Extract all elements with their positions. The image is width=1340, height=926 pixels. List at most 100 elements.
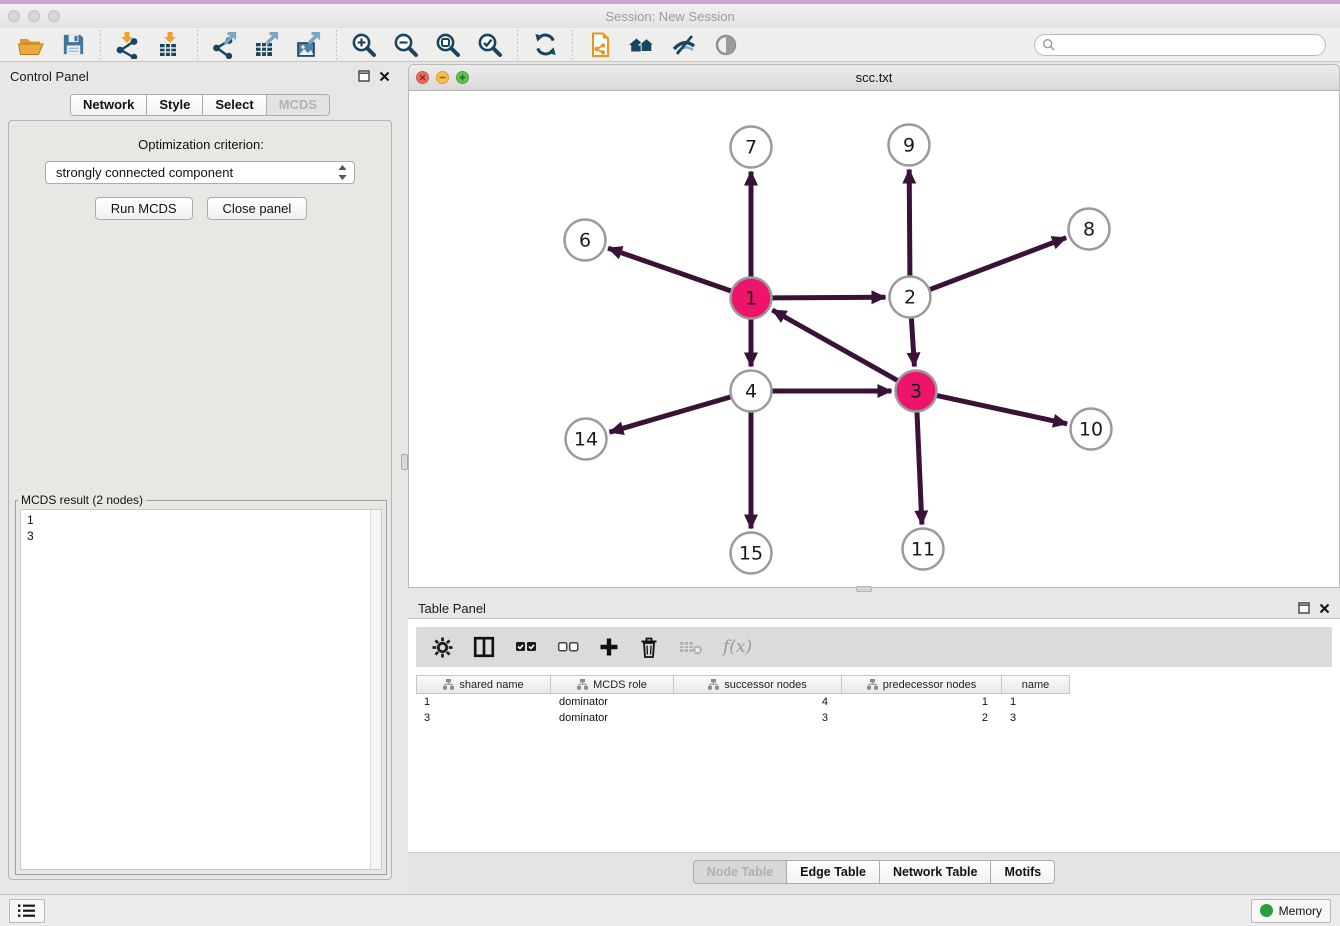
apply-preferred-layout-button[interactable] [625, 30, 659, 60]
table-cell[interactable]: 4 [674, 694, 842, 710]
add-row-button[interactable] [599, 637, 619, 657]
toolbar-separator [336, 30, 337, 60]
edge-3-to-10[interactable] [937, 396, 1067, 424]
table-cell[interactable]: 1 [1002, 694, 1070, 710]
node-2[interactable]: 2 [890, 277, 931, 318]
table-header-row[interactable]: shared nameMCDS rolesuccessor nodesprede… [416, 675, 1070, 694]
criterion-dropdown[interactable]: strongly connected component [45, 161, 355, 184]
checked-boxes-icon [515, 639, 537, 655]
node-9[interactable]: 9 [889, 125, 930, 166]
save-session-button[interactable] [56, 30, 90, 60]
eye-icon [712, 31, 740, 59]
close-panel-button[interactable]: Close panel [207, 197, 308, 220]
table-tab-motifs[interactable]: Motifs [991, 860, 1055, 884]
edge-2-to-8[interactable] [930, 238, 1066, 290]
table-cell[interactable]: 2 [842, 710, 1002, 726]
svg-text:11: 11 [911, 539, 935, 561]
table-cell[interactable]: 3 [674, 710, 842, 726]
node-6[interactable]: 6 [565, 220, 606, 261]
column-header-name[interactable]: name [1002, 675, 1070, 694]
export-table-button[interactable] [250, 30, 284, 60]
splitter-grip[interactable] [401, 454, 408, 470]
close-panel-icon[interactable] [379, 71, 390, 82]
column-header-predecessor-nodes[interactable]: predecessor nodes [842, 675, 1002, 694]
table-row[interactable]: 1dominator411 [416, 694, 1070, 710]
criterion-value: strongly connected component [56, 165, 338, 180]
node-8[interactable]: 8 [1069, 209, 1110, 250]
select-all-button[interactable] [515, 639, 537, 655]
float-panel-icon[interactable] [1298, 602, 1310, 614]
column-header-successor-nodes[interactable]: successor nodes [674, 675, 842, 694]
edge-2-to-9[interactable] [909, 170, 910, 276]
edge-1-to-2[interactable] [773, 297, 886, 298]
hide-graphics-details-button[interactable] [667, 30, 701, 60]
open-network-file-button[interactable] [583, 30, 617, 60]
import-table-button[interactable] [153, 30, 187, 60]
memory-button[interactable]: Memory [1251, 899, 1331, 923]
zoom-fit-button[interactable] [431, 30, 465, 60]
tab-select[interactable]: Select [203, 94, 266, 116]
status-bar: Memory [0, 894, 1340, 926]
export-image-button[interactable] [292, 30, 326, 60]
task-history-button[interactable] [9, 899, 45, 923]
unselect-all-button[interactable] [557, 639, 579, 655]
result-scrollbar[interactable] [370, 510, 381, 869]
table-tab-edge-table[interactable]: Edge Table [787, 860, 880, 884]
node-11[interactable]: 11 [903, 529, 944, 570]
open-session-button[interactable] [14, 30, 48, 60]
search-box[interactable] [1034, 34, 1326, 56]
table-cell[interactable]: 1 [416, 694, 551, 710]
table-tab-node-table[interactable]: Node Table [693, 860, 787, 884]
edge-2-to-3[interactable] [911, 319, 914, 367]
tab-style[interactable]: Style [147, 94, 203, 116]
node-3-selected[interactable]: 3 [896, 371, 937, 412]
node-4[interactable]: 4 [731, 371, 772, 412]
vertical-splitter[interactable] [400, 62, 408, 894]
node-14[interactable]: 14 [566, 419, 607, 460]
refresh-view-button[interactable] [528, 30, 562, 60]
edge-1-to-6[interactable] [608, 248, 731, 291]
run-mcds-button[interactable]: Run MCDS [95, 197, 193, 220]
column-settings-button[interactable] [432, 637, 453, 658]
table-cell[interactable]: 1 [842, 694, 1002, 710]
network-graph[interactable]: 7 9 6 8 1 2 4 3 14 10 15 11 [409, 91, 1339, 587]
network-window-title: scc.txt [409, 70, 1339, 85]
show-graphics-details-button[interactable] [709, 30, 743, 60]
table-cell[interactable]: 3 [416, 710, 551, 726]
tab-mcds[interactable]: MCDS [267, 94, 330, 116]
node-7[interactable]: 7 [731, 127, 772, 168]
show-columns-button[interactable] [473, 636, 495, 658]
zoom-selected-button[interactable] [473, 30, 507, 60]
search-input[interactable] [1056, 36, 1325, 54]
table-tab-network-table[interactable]: Network Table [880, 860, 992, 884]
column-header-MCDS-role[interactable]: MCDS role [551, 675, 674, 694]
main-area: Control Panel NetworkStyleSelectMCDS Opt… [0, 62, 1340, 894]
task-list-icon [18, 904, 36, 918]
edge-3-to-11[interactable] [917, 413, 922, 525]
close-panel-icon[interactable] [1319, 603, 1330, 614]
memory-label: Memory [1279, 904, 1322, 918]
node-15[interactable]: 15 [731, 533, 772, 574]
float-panel-icon[interactable] [358, 70, 370, 82]
table-row[interactable]: 3dominator323 [416, 710, 1070, 726]
node-10[interactable]: 10 [1071, 409, 1112, 450]
node-1-selected[interactable]: 1 [731, 278, 772, 319]
table-cell[interactable]: dominator [551, 694, 674, 710]
zoom-out-button[interactable] [389, 30, 423, 60]
export-network-button[interactable] [208, 30, 242, 60]
edge-3-to-1[interactable] [772, 310, 897, 380]
mcds-result-area[interactable]: 13 [20, 509, 382, 870]
node-table[interactable]: shared nameMCDS rolesuccessor nodesprede… [416, 675, 1070, 726]
zoom-in-button[interactable] [347, 30, 381, 60]
column-tree-icon [867, 679, 878, 690]
column-header-shared-name[interactable]: shared name [416, 675, 551, 694]
network-canvas[interactable]: 7 9 6 8 1 2 4 3 14 10 15 11 [409, 91, 1339, 587]
import-network-button[interactable] [111, 30, 145, 60]
tab-network[interactable]: Network [70, 94, 147, 116]
delete-rows-button[interactable] [639, 636, 659, 658]
horizontal-splitter-grip[interactable] [856, 586, 872, 592]
edge-4-to-14[interactable] [610, 397, 731, 432]
table-cell[interactable]: 3 [1002, 710, 1070, 726]
table-cell[interactable]: dominator [551, 710, 674, 726]
delete-table-icon [679, 638, 703, 656]
